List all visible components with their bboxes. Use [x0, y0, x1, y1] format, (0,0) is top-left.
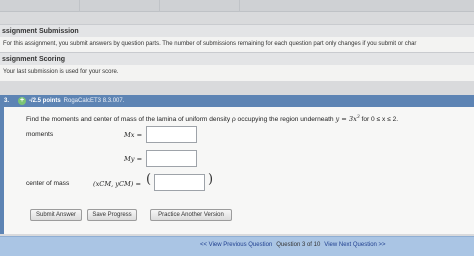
question-navigation: << View Previous Question Question 3 of … [0, 236, 474, 256]
plus-icon[interactable]: + [18, 97, 26, 105]
submit-answer-button[interactable]: Submit Answer [30, 209, 82, 221]
mx-label: Mx = [124, 131, 143, 139]
question-body: Find the moments and center of mass of t… [0, 107, 474, 234]
prompt-text: Find the moments and center of mass of t… [26, 116, 334, 124]
prompt-range: for 0 ≤ x ≤ 2. [361, 116, 399, 124]
my-label: My = [124, 155, 143, 163]
my-input[interactable] [146, 150, 197, 167]
question-source: RogaCalcET3 8.3.007. [63, 98, 125, 104]
open-paren: ( [146, 172, 152, 187]
question-points: -/2.5 points [29, 98, 61, 104]
center-of-mass-label: center of mass [26, 180, 70, 187]
center-of-mass-input[interactable] [154, 174, 205, 191]
top-strip-cell [0, 0, 80, 12]
center-of-mass-expression: (xCM, yCM) = [93, 180, 141, 188]
assignment-scoring-text: Your last submission is used for your sc… [0, 65, 474, 81]
question-prompt: Find the moments and center of mass of t… [26, 115, 398, 123]
assignment-submission-text: For this assignment, you submit answers … [0, 37, 474, 52]
question-number: 3. [4, 98, 10, 104]
question-position: Question 3 of 10 [276, 242, 321, 248]
top-strip-cell [80, 0, 160, 12]
prompt-equation: y = 3x3 [335, 115, 360, 124]
next-question-link[interactable]: View Next Question >> [324, 242, 385, 248]
question-header: 3. + -/2.5 points RogaCalcET3 8.3.007. [0, 95, 474, 107]
mx-input[interactable] [146, 126, 197, 143]
top-strip-cell [160, 0, 240, 12]
save-progress-button[interactable]: Save Progress [87, 209, 137, 221]
moments-label: moments [26, 131, 54, 138]
top-strip [0, 0, 474, 12]
close-paren: ) [208, 172, 214, 187]
practice-another-version-button[interactable]: Practice Another Version [150, 209, 232, 221]
previous-question-link[interactable]: << View Previous Question [200, 242, 272, 248]
